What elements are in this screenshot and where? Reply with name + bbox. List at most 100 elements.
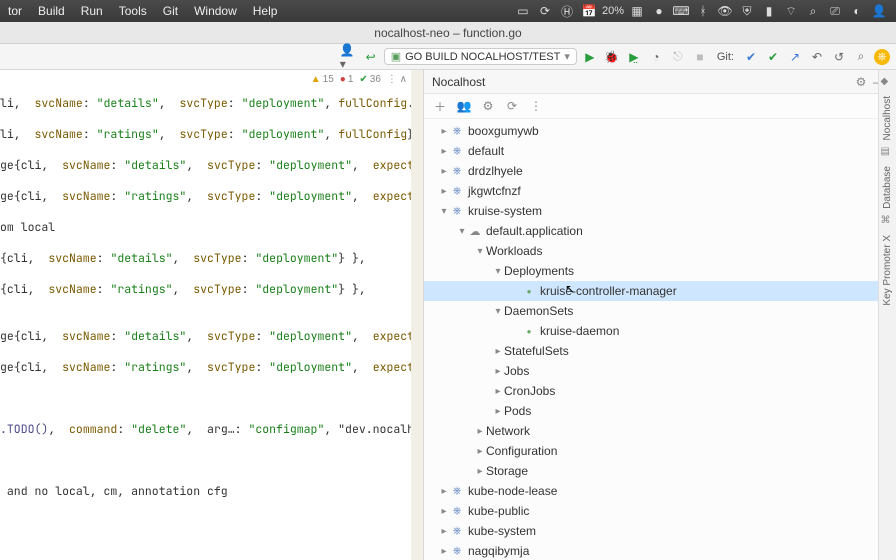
tree-row[interactable]: ▾DaemonSets [424,301,896,321]
analysis-errors[interactable]: 1 [340,74,354,85]
wifi-icon[interactable]: ⌔ [782,3,800,19]
chevron-right-icon[interactable]: ▸ [492,366,504,377]
tree-row[interactable]: ▸⎈kube-public [424,501,896,521]
screen-mirror-icon[interactable]: ▭ [514,3,532,19]
vcs-update-icon[interactable]: ✔ [742,48,760,66]
analysis-menu-icon[interactable]: ⋮ ∧ [387,74,407,85]
stripe-label[interactable]: Database [882,166,893,209]
chevron-right-icon[interactable]: ▸ [438,486,450,497]
menu-item[interactable]: Build [38,4,65,18]
chevron-right-icon[interactable]: ▸ [474,426,486,437]
vcs-rollback-icon[interactable]: ↺ [830,48,848,66]
menu-item[interactable]: Window [194,4,237,18]
tree-row[interactable]: ▸⎈booxgumywb [424,121,896,141]
stripe-label[interactable]: Nocalhost [882,96,893,140]
vcs-commit-icon[interactable]: ✔ [764,48,782,66]
tree-row[interactable]: ▸CronJobs [424,381,896,401]
tree-row[interactable]: ▸⎈jkgwtcfnzf [424,181,896,201]
bluetooth-icon[interactable]: ᚼ [694,3,712,19]
chevron-right-icon[interactable]: ▸ [438,506,450,517]
back-arrow-icon[interactable]: ↩ [362,48,380,66]
battery-icon[interactable]: ▮ [760,3,778,19]
chevron-right-icon[interactable]: ▸ [438,126,450,137]
tree-row[interactable]: ▸⎈nagqibymja [424,541,896,560]
chevron-down-icon[interactable]: ▾ [492,306,504,317]
calendar-icon[interactable]: 📅 [580,3,598,19]
ide-settings-icon[interactable]: ⎈ [874,49,890,65]
analysis-bar[interactable]: 15 1 36 ⋮ ∧ [311,74,407,85]
tree-row[interactable]: ▸Configuration [424,441,896,461]
tree-row[interactable]: ▸⎈drdzlhyele [424,161,896,181]
analysis-warnings[interactable]: 15 [311,74,334,85]
tree-row[interactable]: ▸Pods [424,401,896,421]
tree-row[interactable]: ▸StatefulSets [424,341,896,361]
analysis-pass[interactable]: 36 [359,74,381,85]
sync-icon[interactable]: ⟳ [536,3,554,19]
stripe-label[interactable]: Key Promoter X [882,235,893,306]
tree-row[interactable]: ▸Storage [424,461,896,481]
refresh-icon[interactable]: ⟳ [504,98,520,114]
eye-icon[interactable]: 👁 [716,3,734,19]
menu-item[interactable]: Help [253,4,278,18]
grid-icon[interactable]: ▦ [628,3,646,19]
chevron-right-icon[interactable]: ▸ [438,146,450,157]
people-icon[interactable]: 👥 [456,98,472,114]
user-icon[interactable]: 👤 [870,3,888,19]
add-user-icon[interactable]: 👤▾ [340,48,358,66]
editor-gutter-right[interactable] [411,70,423,560]
more-icon[interactable]: ⋮ [528,98,544,114]
chevron-right-icon[interactable]: ▸ [492,406,504,417]
gear-icon[interactable]: ⚙ [480,98,496,114]
chevron-right-icon[interactable]: ▸ [492,346,504,357]
app-h-icon[interactable]: Ⓗ [558,3,576,19]
chevron-right-icon[interactable]: ▸ [438,186,450,197]
attach-icon[interactable]: ⎋ [669,48,687,66]
debug-icon[interactable]: 🐞 [603,48,621,66]
tree-row[interactable]: ▾☁default.application [424,221,896,241]
code-editor[interactable]: li, svcName: "details", svcType: "deploy… [0,70,423,509]
editor-pane[interactable]: 15 1 36 ⋮ ∧ li, svcName: "details", svcT… [0,70,424,560]
notifications-icon[interactable]: ● [650,3,668,19]
key-icon[interactable]: ⌘ [881,215,895,229]
menu-item[interactable]: tor [8,4,22,18]
panel-settings-icon[interactable]: ⚙ [852,73,870,91]
menu-item[interactable]: Git [163,4,178,18]
chevron-right-icon[interactable]: ▸ [474,446,486,457]
add-icon[interactable]: ＋ [432,98,448,114]
chevron-down-icon[interactable]: ▾ [474,246,486,257]
spotlight-icon[interactable]: ⌕ [804,3,822,19]
tree-row[interactable]: ▾Workloads [424,241,896,261]
chevron-down-icon[interactable]: ▾ [492,266,504,277]
vcs-history-icon[interactable]: ↶ [808,48,826,66]
chevron-right-icon[interactable]: ▸ [438,546,450,557]
coverage-icon[interactable]: ▶̤ [625,48,643,66]
profile-icon[interactable]: ◔ [647,48,665,66]
shield-icon[interactable]: ⛨ [738,3,756,19]
search-icon[interactable]: ⌕ [852,48,870,66]
tree-row[interactable]: ▾⎈kruise-system [424,201,896,221]
menu-item[interactable]: Tools [119,4,147,18]
stop-icon[interactable]: ■ [691,48,709,66]
tree-row[interactable]: ▸⎈default [424,141,896,161]
chevron-right-icon[interactable]: ▸ [474,466,486,477]
chevron-right-icon[interactable]: ▸ [492,386,504,397]
chevron-down-icon[interactable]: ▾ [438,206,450,217]
tree-row[interactable]: ▸Network [424,421,896,441]
run-config-selector[interactable]: ▣ GO BUILD NOCALHOST/TEST ▾ [384,48,577,65]
keyboard-icon[interactable]: ⌨ [672,3,690,19]
clock-icon[interactable]: ◐ [848,3,866,19]
run-icon[interactable]: ▶ [581,48,599,66]
tree-row[interactable]: ●kruise-daemon [424,321,896,341]
chevron-right-icon[interactable]: ▸ [438,526,450,537]
tree-row[interactable]: ▸Jobs [424,361,896,381]
menu-item[interactable]: Run [81,4,103,18]
vcs-push-icon[interactable]: ↗ [786,48,804,66]
chevron-down-icon[interactable]: ▾ [456,226,468,237]
tree-row[interactable]: ▾Deployments [424,261,896,281]
chevron-right-icon[interactable]: ▸ [438,166,450,177]
stripe-tool-icon[interactable]: ◆ [881,76,895,90]
tree-row[interactable]: ▸⎈kube-system [424,521,896,541]
cluster-tree[interactable]: ▸⎈booxgumywb▸⎈default▸⎈drdzlhyele▸⎈jkgwt… [424,119,896,560]
control-center-icon[interactable]: ⎚ [826,3,844,19]
tree-row[interactable]: ●kruise-controller-manager [424,281,896,301]
